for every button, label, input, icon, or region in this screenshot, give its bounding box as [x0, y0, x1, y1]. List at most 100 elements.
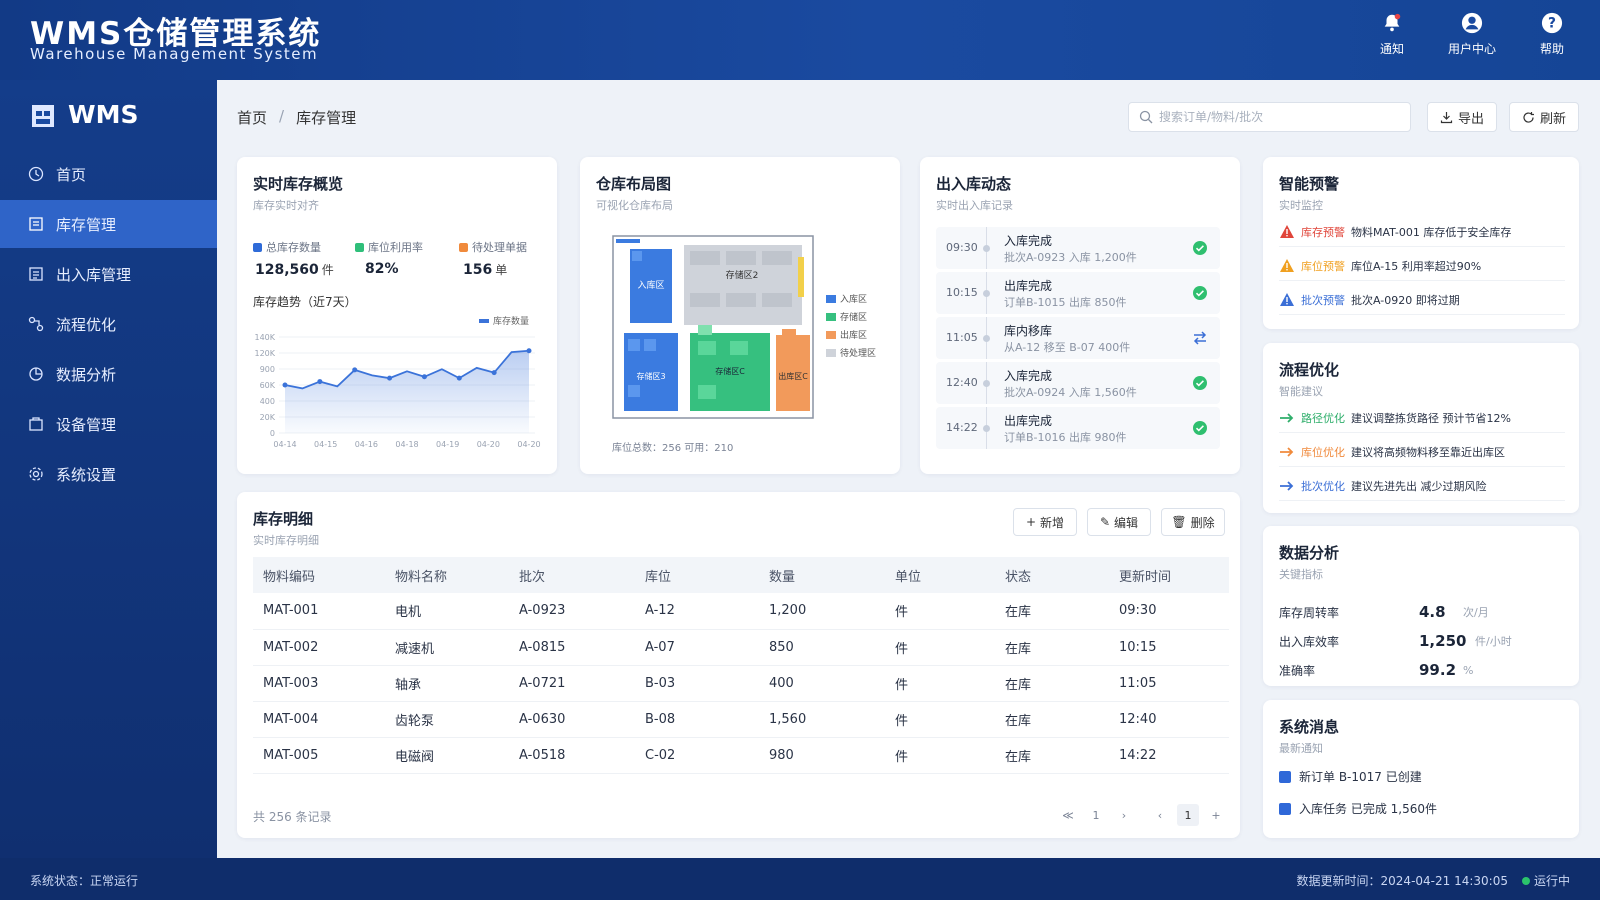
metric-label: 库存周转率 [1279, 605, 1340, 620]
sidebar-logo: WMS [30, 100, 138, 129]
search-input[interactable] [1159, 110, 1399, 124]
transfer-icon [1193, 331, 1207, 345]
table-cell: 件 [885, 737, 995, 774]
trend-point [421, 374, 427, 380]
warehouse-logo-icon [32, 104, 54, 127]
suggestion-item[interactable]: 库位优化 建议将高频物料移至靠近出库区 [1279, 437, 1565, 467]
sidebar-item-settings[interactable]: 系统设置 [0, 450, 217, 498]
alert-item[interactable]: 批次预警 批次A-0920 即将过期 [1279, 285, 1565, 315]
table-cell: MAT-003 [253, 665, 385, 702]
table-row[interactable]: MAT-001 电机 A-0923 A-12 1,200 件在库 09:30 [253, 593, 1229, 630]
card-subtitle: 实时库存明细 [253, 534, 319, 547]
suggestion-item[interactable]: 批次优化 建议先进先出 减少过期风险 [1279, 471, 1565, 501]
activity-item[interactable]: 11:05 库内移库 从A-12 移至 B-07 400件 [936, 317, 1220, 359]
activity-item[interactable]: 09:30 入库完成 批次A-0923 入库 1,200件 [936, 227, 1220, 269]
stat-unit: 单 [495, 263, 508, 277]
breadcrumb: 首页 / 库存管理 [237, 107, 356, 128]
column-header[interactable]: 数量 [759, 557, 885, 593]
pager-next-button[interactable]: › [1113, 804, 1135, 826]
activity-time: 14:22 [946, 421, 978, 434]
message-item[interactable]: 新订单 B-1017 已创建 [1279, 768, 1422, 785]
pager-prev-button[interactable]: ‹ [1149, 804, 1171, 826]
message-text: 新订单 B-1017 已创建 [1299, 770, 1422, 784]
help-button[interactable]: ? 帮助 [1520, 12, 1584, 57]
table-row[interactable]: MAT-004 齿轮泵 A-0630 B-08 1,560 件在库 12:40 [253, 701, 1229, 738]
alert-tag: 库存预警 [1301, 225, 1345, 239]
alert-item[interactable]: 库位预警 库位A-15 利用率超过90% [1279, 251, 1565, 281]
pager-current-page[interactable]: 1 [1177, 804, 1199, 826]
notification-button[interactable]: 通知 [1360, 12, 1424, 57]
alert-item[interactable]: 库存预警 物料MAT-001 库存低于安全库存 [1279, 217, 1565, 247]
sidebar-item-flow[interactable]: 流程优化 [0, 300, 217, 348]
table-cell: 件 [885, 665, 995, 702]
suggestion-tag: 批次优化 [1301, 479, 1345, 493]
breadcrumb-home[interactable]: 首页 [237, 107, 267, 128]
activity-title: 入库完成 [1004, 234, 1053, 248]
card-title: 智能预警 [1279, 175, 1340, 193]
flow-optimization-card: 流程优化 智能建议 路径优化 建议调整拣货路径 预计节省12% 库位优化 建议将高频物… [1263, 343, 1579, 513]
user-center-button[interactable]: 用户中心 [1440, 12, 1504, 57]
pager-first-button[interactable]: ≪ [1057, 804, 1079, 826]
data-update-time: 数据更新时间：2024-04-21 14:30:05 [1296, 874, 1508, 888]
card-subtitle: 最新通知 [1279, 742, 1323, 755]
warning-icon [1280, 259, 1294, 272]
sidebar-item-inventory[interactable]: 库存管理 [0, 200, 217, 248]
pager-page-1[interactable]: 1 [1085, 804, 1107, 826]
stat-pending-label: 待处理单据 [459, 239, 527, 255]
activity-item[interactable]: 12:40 入库完成 批次A-0924 入库 1,560件 [936, 362, 1220, 404]
sidebar-item-inout[interactable]: 出入库管理 [0, 250, 217, 298]
column-header[interactable]: 更新时间 [1109, 557, 1229, 593]
table-cell: 齿轮泵 [385, 701, 509, 738]
card-subtitle: 智能建议 [1279, 385, 1323, 398]
suggestion-text: 建议先进先出 减少过期风险 [1351, 479, 1487, 493]
trend-point [352, 367, 358, 373]
suggestion-text: 建议将高频物料移至靠近出库区 [1351, 445, 1505, 459]
pager-add-button[interactable]: + [1205, 804, 1227, 826]
column-header[interactable]: 物料名称 [385, 557, 509, 593]
column-header[interactable]: 库位 [635, 557, 759, 593]
refresh-button[interactable]: 刷新 [1509, 102, 1579, 132]
card-subtitle: 库存实时对齐 [253, 199, 319, 212]
table-row[interactable]: MAT-002 减速机 A-0815 A-07 850 件在库 10:15 [253, 629, 1229, 666]
message-icon [1279, 770, 1291, 783]
activity-time: 12:40 [946, 376, 978, 389]
card-subtitle: 实时监控 [1279, 199, 1323, 212]
sidebar-item-analytics[interactable]: 数据分析 [0, 350, 217, 398]
top-header: WMS仓储管理系统 Warehouse Management System 通知… [0, 0, 1600, 80]
export-button[interactable]: 导出 [1427, 102, 1497, 132]
activity-item[interactable]: 14:22 出库完成 订单B-1016 出库 980件 [936, 407, 1220, 449]
table-row[interactable]: MAT-003 轴承 A-0721 B-03 400 件在库 11:05 [253, 665, 1229, 702]
inventory-overview-card: 实时库存概览 库存实时对齐 总库存数量 128,560 件 库位利用率 82% 待… [237, 157, 557, 474]
sidebar-item-device[interactable]: 设备管理 [0, 400, 217, 448]
alert-text: 批次A-0920 即将过期 [1351, 293, 1460, 307]
metric-value: 1,250 [1419, 632, 1467, 650]
message-item[interactable]: 入库任务 已完成 1,560件 [1279, 800, 1437, 817]
user-center-label: 用户中心 [1447, 42, 1496, 56]
edit-button[interactable]: ✎ 编辑 [1087, 508, 1151, 536]
column-header[interactable]: 物料编码 [253, 557, 385, 593]
stat-color-swatch [355, 242, 364, 252]
timeline-dot [983, 290, 990, 297]
trend-point [456, 375, 462, 381]
column-header[interactable]: 状态 [995, 557, 1109, 593]
sidebar-brand: WMS [68, 100, 139, 129]
table-cell: MAT-001 [253, 593, 385, 630]
suggestion-item[interactable]: 路径优化 建议调整拣货路径 预计节省12% [1279, 403, 1565, 433]
search-box[interactable] [1128, 102, 1411, 132]
table-row[interactable]: MAT-005 电磁阀 A-0518 C-02 980 件在库 14:22 [253, 737, 1229, 774]
sidebar-item-label: 设备管理 [56, 415, 117, 434]
delete-button[interactable]: 🗑 删除 [1161, 508, 1225, 536]
column-header[interactable]: 单位 [885, 557, 995, 593]
pencil-icon: ✎ [1099, 515, 1111, 529]
sidebar-item-label: 流程优化 [56, 315, 117, 334]
table-cell: 400 [759, 665, 885, 702]
activity-item[interactable]: 10:15 出库完成 订单B-1015 出库 850件 [936, 272, 1220, 314]
help-icon: ? [1541, 12, 1563, 34]
device-icon [29, 417, 43, 431]
column-header[interactable]: 批次 [509, 557, 635, 593]
legend-label: 出库区 [840, 329, 867, 341]
inout-activity-card: 出入库动态 实时出入库记录 09:30 入库完成 批次A-0923 入库 1,200… [920, 157, 1240, 474]
add-button[interactable]: + 新增 [1013, 508, 1077, 536]
user-icon [1461, 12, 1483, 34]
sidebar-item-home[interactable]: 首页 [0, 150, 217, 198]
